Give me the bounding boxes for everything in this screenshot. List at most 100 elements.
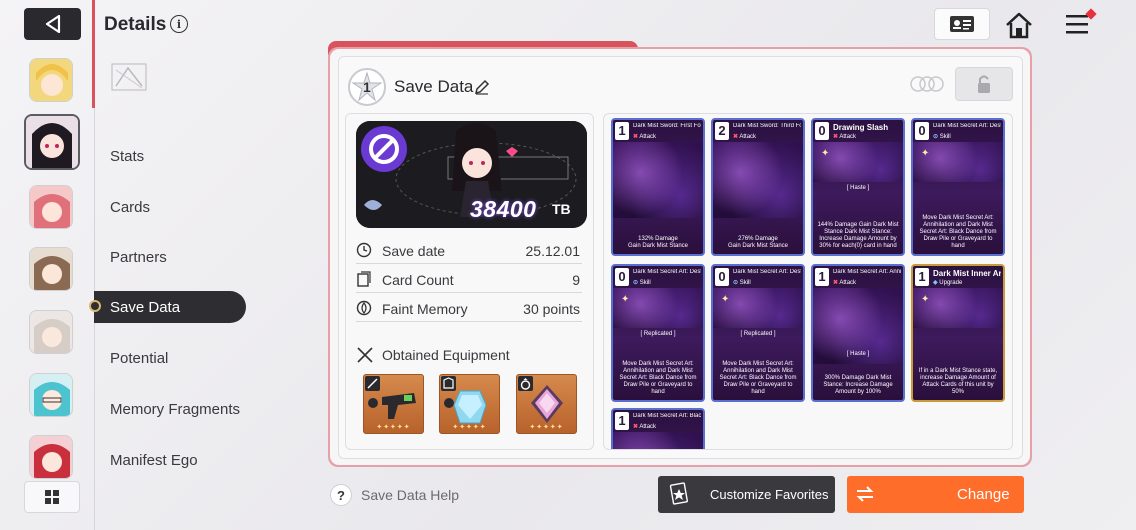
card-cost: 1 <box>815 268 829 286</box>
equipment-item-ring[interactable]: ✦✦✦✦✦ <box>516 374 577 434</box>
card-desc: 276% Damage Gain Dark Mist Stance <box>727 236 789 249</box>
lock-button[interactable] <box>955 67 1013 101</box>
avatar-dark-hair-character[interactable] <box>24 114 80 170</box>
sparkle-icon: ✦ <box>921 148 930 159</box>
card-name: Dark Mist Secret Art: Destruction <box>733 269 801 275</box>
stat-label: Save date <box>382 243 446 259</box>
card-2[interactable]: 0 Drawing Slash ✖ Attack ✦ [ Haste ] 144… <box>811 118 905 256</box>
lock-icon <box>978 75 990 93</box>
slot-number: 1 <box>363 79 371 95</box>
nav-manifest-ego[interactable]: Manifest Ego <box>110 452 198 469</box>
weapon-type-icon <box>365 376 380 391</box>
card-desc: 132% Damage Gain Dark Mist Stance <box>627 236 689 249</box>
sparkle-icon: ✦ <box>821 148 830 159</box>
avatar-red-hair-character[interactable] <box>29 435 73 479</box>
nav-partners[interactable]: Partners <box>110 249 167 266</box>
card-type: ✖ Attack <box>833 280 857 286</box>
card-art <box>613 142 703 218</box>
change-button[interactable]: Change <box>847 476 1024 513</box>
crossed-swords-icon <box>357 347 373 363</box>
sparkle-icon: ✦ <box>921 294 930 305</box>
avatar-pink-hair-character[interactable] <box>29 185 73 229</box>
card-type: ⊙ Skill <box>733 280 751 286</box>
card-desc: If in a Dark Mist Stance state, increase… <box>918 368 998 395</box>
nav-save-data[interactable]: Save Data <box>110 299 180 316</box>
stat-row-card-count: Card Count 9 <box>356 265 582 293</box>
clock-icon <box>356 242 372 258</box>
card-6[interactable]: 1 Dark Mist Secret Art: Annihilation ✖ A… <box>811 264 905 402</box>
card-name: Dark Mist Inner Art <box>933 269 1001 278</box>
info-icon[interactable]: i <box>170 15 188 33</box>
profile-card-button[interactable] <box>934 8 990 40</box>
customize-favorites-label: Customize Favorites <box>710 487 829 502</box>
avatar-teal-hair-character[interactable] <box>29 373 73 417</box>
nav-potential[interactable]: Potential <box>110 350 168 367</box>
card-cost: 1 <box>615 122 629 140</box>
equipment-label: Obtained Equipment <box>382 347 510 363</box>
card-8[interactable]: 1 Dark Mist Secret Art: Black Dance ✖ At… <box>611 408 705 449</box>
customize-favorites-button[interactable]: Customize Favorites <box>658 476 835 513</box>
save-title: Save Data <box>394 77 474 96</box>
nav-memory-fragments[interactable]: Memory Fragments <box>110 401 240 418</box>
card-name: Dark Mist Secret Art: Destruction <box>933 123 1001 129</box>
card-type: ⊙ Skill <box>633 280 651 286</box>
stat-label: Card Count <box>382 272 454 288</box>
card-0[interactable]: 1 Dark Mist Sword: First Form ✖ Attack 1… <box>611 118 705 256</box>
help-icon[interactable]: ? <box>330 484 352 506</box>
emblem-icon <box>111 63 147 91</box>
grid-view-button[interactable] <box>24 481 80 513</box>
equipment-stars: ✦✦✦✦✦ <box>529 424 564 431</box>
card-name: Dark Mist Sword: Third Form <box>733 123 801 129</box>
card-type: ✖ Attack <box>733 134 757 140</box>
equipment-stars: ✦✦✦✦✦ <box>452 424 487 431</box>
sparkle-icon: ✦ <box>721 294 730 305</box>
card-cost: 0 <box>915 122 929 140</box>
card-art <box>613 432 703 449</box>
id-card-icon <box>950 16 974 32</box>
cards-grid: 1 Dark Mist Sword: First Form ✖ Attack 1… <box>603 113 1013 450</box>
card-tag: [ Replicated ] <box>740 331 776 337</box>
card-tag: [ Replicated ] <box>640 331 676 337</box>
sparkle-icon: ✦ <box>621 294 630 305</box>
stat-row-faint-memory: Faint Memory 30 points <box>356 294 582 322</box>
card-1[interactable]: 2 Dark Mist Sword: Third Form ✖ Attack 2… <box>711 118 805 256</box>
pencil-icon[interactable] <box>474 79 490 95</box>
card-desc: Move Dark Mist Secret Art: Annihilation … <box>719 361 797 395</box>
page-title: Details <box>104 14 167 35</box>
card-name: Dark Mist Secret Art: Annihilation <box>833 269 901 275</box>
card-5[interactable]: 0 Dark Mist Secret Art: Destruction ⊙ Sk… <box>711 264 805 402</box>
banner-unit: TB <box>552 201 571 217</box>
change-label: Change <box>957 486 1010 503</box>
equipment-stars: ✦✦✦✦✦ <box>376 424 411 431</box>
stat-label: Faint Memory <box>382 301 468 317</box>
help-link[interactable]: Save Data Help <box>361 487 459 503</box>
card-cost: 1 <box>615 412 629 430</box>
card-tag: [ Haste ] <box>846 351 870 357</box>
equipment-item-weapon[interactable]: ✦✦✦✦✦ <box>363 374 424 434</box>
avatar-brown-hair-character[interactable] <box>29 247 73 291</box>
nav-stats[interactable]: Stats <box>110 148 144 165</box>
card-type: ✖ Attack <box>633 134 657 140</box>
equipment-item-armor[interactable]: ✦✦✦✦✦ <box>439 374 500 434</box>
card-name: Drawing Slash <box>833 123 889 132</box>
card-stack-icon <box>357 271 371 287</box>
card-cost: 0 <box>715 268 729 286</box>
nav-cards[interactable]: Cards <box>110 199 150 216</box>
swap-arrows-icon <box>856 486 874 502</box>
avatar-silver-hair-character[interactable] <box>29 310 73 354</box>
back-button[interactable] <box>24 8 81 40</box>
card-4[interactable]: 0 Dark Mist Secret Art: Destruction ⊙ Sk… <box>611 264 705 402</box>
card-art <box>713 142 803 218</box>
card-tag: [ Haste ] <box>846 185 870 191</box>
card-name: Dark Mist Sword: First Form <box>633 123 701 129</box>
home-icon[interactable] <box>1003 10 1035 40</box>
card-3[interactable]: 0 Dark Mist Secret Art: Destruction ⊙ Sk… <box>911 118 1005 256</box>
card-desc: Move Dark Mist Secret Art: Annihilation … <box>619 361 697 395</box>
accent-line <box>92 0 95 108</box>
card-cost: 2 <box>715 122 729 140</box>
armor-type-icon <box>441 376 456 391</box>
card-7[interactable]: 1 Dark Mist Inner Art ◈ Upgrade ✦ If in … <box>911 264 1005 402</box>
rings-icon <box>910 76 944 92</box>
avatar-blonde-character[interactable] <box>29 58 73 102</box>
stat-row-save-date: Save date 25.12.01 <box>356 236 582 264</box>
